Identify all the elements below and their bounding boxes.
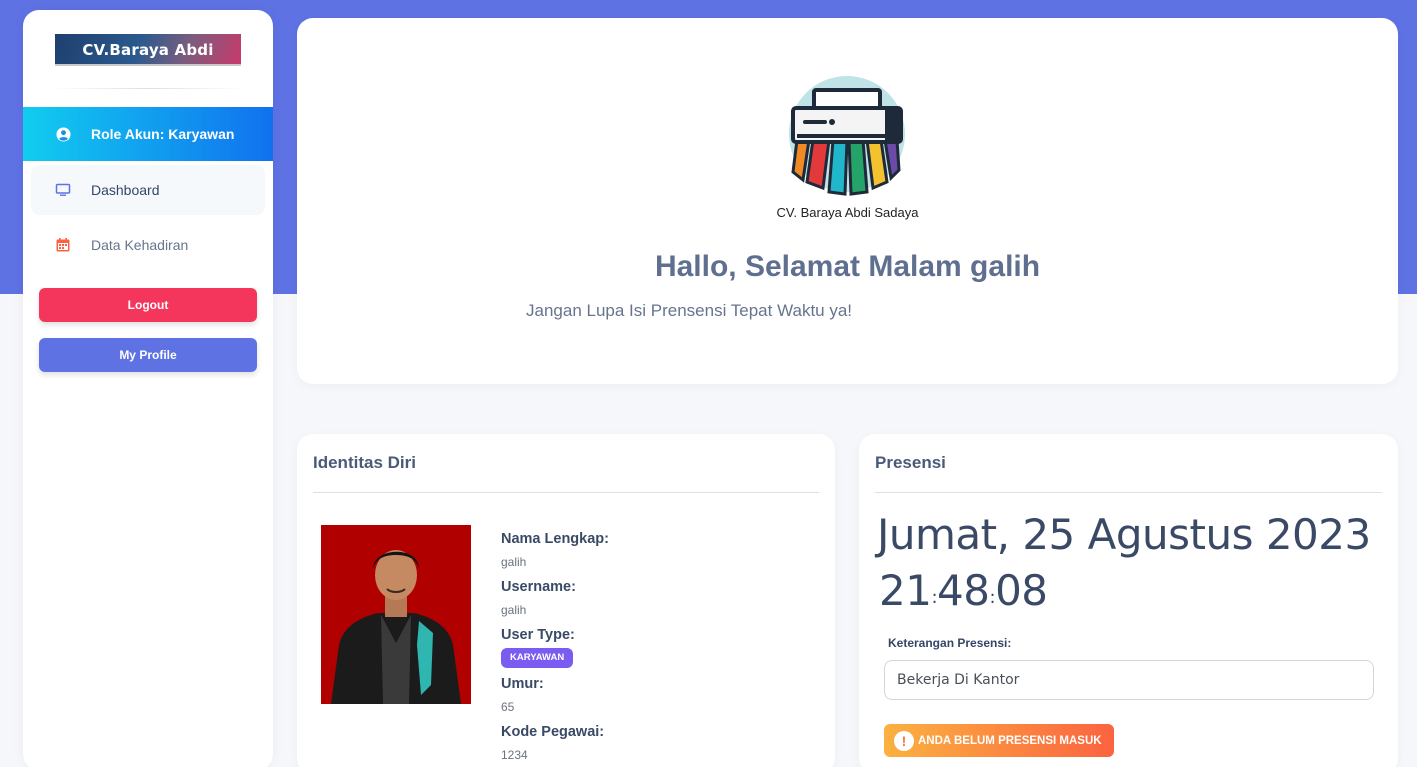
divider xyxy=(875,492,1382,493)
field-label-nama: Nama Lengkap: xyxy=(501,531,609,547)
clock-minutes: 48 xyxy=(937,566,990,615)
identity-info: Nama Lengkap: galih Username: galih User… xyxy=(501,528,609,767)
sidebar-item-dashboard[interactable]: Dashboard xyxy=(31,165,265,215)
identity-card: Identitas Diri Nama Lengkap: galih Usern… xyxy=(297,434,835,767)
sidebar-item-data-kehadiran[interactable]: Data Kehadiran xyxy=(31,220,265,270)
company-logo xyxy=(787,70,907,200)
logout-button[interactable]: Logout xyxy=(39,288,257,322)
field-label-kode-pegawai: Kode Pegawai: xyxy=(501,724,605,740)
greeting-subtitle: Jangan Lupa Isi Prensensi Tepat Waktu ya… xyxy=(526,301,853,320)
presensi-status-text: ANDA BELUM PRESENSI MASUK xyxy=(918,734,1102,747)
sidebar-item-label: Dashboard xyxy=(91,182,160,198)
warning-icon: ! xyxy=(894,730,914,751)
field-value-umur: 65 xyxy=(501,700,515,714)
field-label-username: Username: xyxy=(501,579,576,595)
sidebar-item-label: Data Kehadiran xyxy=(91,237,189,253)
calendar-icon xyxy=(56,238,70,252)
keterangan-label: Keterangan Presensi: xyxy=(888,636,1012,650)
card-title: Identitas Diri xyxy=(313,453,416,472)
sidebar-divider xyxy=(47,88,249,89)
field-value-nama: galih xyxy=(501,555,527,569)
clock-hours: 21 xyxy=(879,566,932,615)
sidebar: CV.Baraya Abdi sadaya Role Akun: Karyawa… xyxy=(23,10,273,767)
printer-logo-icon xyxy=(789,76,905,196)
person-photo-icon xyxy=(321,525,471,704)
current-date: Jumat, 25 Agustus 2023 xyxy=(877,510,1371,559)
brand-logo[interactable]: CV.Baraya Abdi sadaya xyxy=(55,34,241,91)
field-label-user-type: User Type: xyxy=(501,627,575,643)
field-value-kode-pegawai: 1234 xyxy=(501,748,528,762)
keterangan-input[interactable] xyxy=(884,660,1374,700)
current-time: 21:48:08 xyxy=(879,566,1048,615)
presensi-card: Presensi Jumat, 25 Agustus 2023 21:48:08… xyxy=(859,434,1398,767)
field-label-umur: Umur: xyxy=(501,676,544,692)
sidebar-item-label: Role Akun: Karyawan xyxy=(91,126,235,142)
user-circle-icon xyxy=(56,126,71,142)
clock-seconds: 08 xyxy=(995,566,1048,615)
divider xyxy=(313,492,819,493)
monitor-icon xyxy=(55,183,71,196)
greeting-heading: Hallo, Selamat Malam galih xyxy=(654,250,1041,283)
logo-caption: CV. Baraya Abdi Sadaya xyxy=(776,205,919,220)
field-value-username: galih xyxy=(501,603,527,617)
card-title: Presensi xyxy=(875,453,946,472)
profile-photo xyxy=(321,525,471,704)
user-type-badge: KARYAWAN xyxy=(501,648,574,668)
sidebar-item-role[interactable]: Role Akun: Karyawan xyxy=(23,107,273,161)
presensi-status-alert: ! ANDA BELUM PRESENSI MASUK xyxy=(884,724,1114,757)
my-profile-button[interactable]: My Profile xyxy=(39,338,257,372)
welcome-card: CV. Baraya Abdi Sadaya Hallo, Selamat Ma… xyxy=(297,18,1398,384)
